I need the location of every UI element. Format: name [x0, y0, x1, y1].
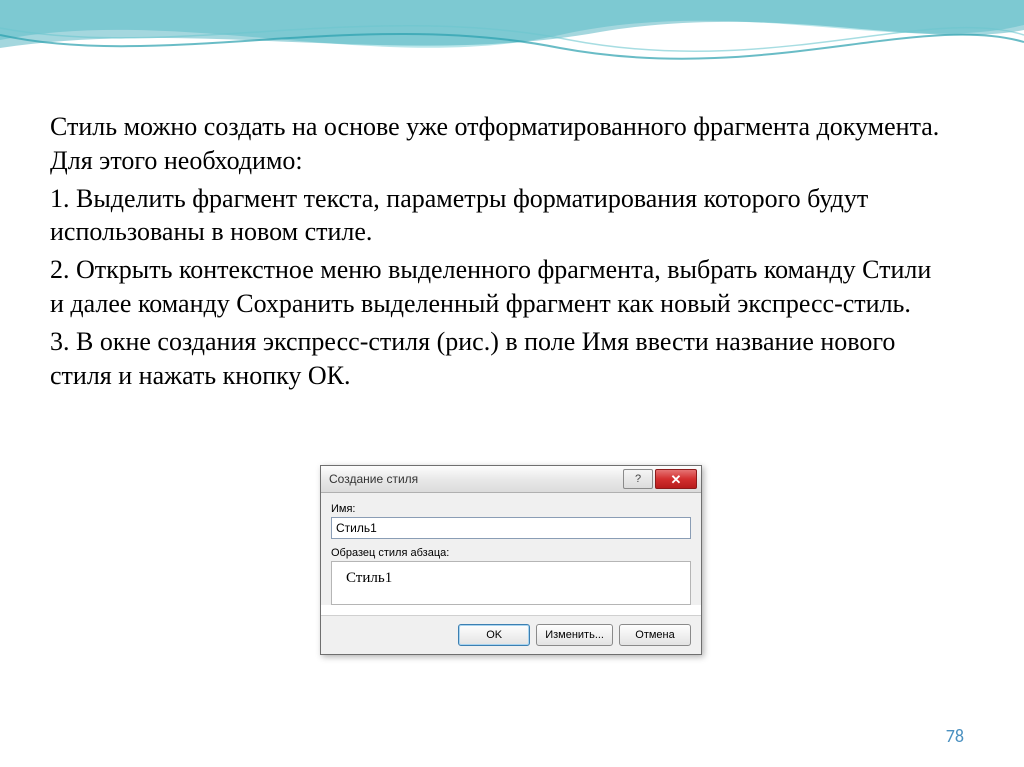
- dialog-footer: OK Изменить... Отмена: [321, 615, 701, 654]
- style-name-input[interactable]: [331, 517, 691, 539]
- paragraph-step-2: 2. Открыть контекстное меню выделенного …: [50, 253, 950, 321]
- ok-button[interactable]: OK: [458, 624, 530, 646]
- page-number: 78: [946, 725, 964, 747]
- dialog-body: Имя: Образец стиля абзаца: Стиль1: [321, 493, 701, 605]
- paragraph-intro: Стиль можно создать на основе уже отформ…: [50, 110, 950, 178]
- paragraph-step-1: 1. Выделить фрагмент текста, параметры ф…: [50, 182, 950, 250]
- create-style-dialog: Создание стиля ? ✕ Имя: Образец стиля аб…: [320, 465, 702, 655]
- help-icon: ?: [635, 473, 641, 485]
- slide-body: Стиль можно создать на основе уже отформ…: [50, 110, 950, 396]
- close-button[interactable]: ✕: [655, 469, 697, 489]
- name-label: Имя:: [331, 503, 691, 515]
- dialog-title: Создание стиля: [329, 472, 621, 486]
- decorative-wave: [0, 0, 1024, 80]
- preview-label: Образец стиля абзаца:: [331, 547, 691, 559]
- modify-button[interactable]: Изменить...: [536, 624, 613, 646]
- help-button[interactable]: ?: [623, 469, 653, 489]
- close-icon: ✕: [671, 473, 682, 486]
- style-preview: Стиль1: [331, 561, 691, 605]
- paragraph-step-3: 3. В окне создания экспресс-стиля (рис.)…: [50, 325, 950, 393]
- dialog-titlebar[interactable]: Создание стиля ? ✕: [321, 466, 701, 493]
- cancel-button[interactable]: Отмена: [619, 624, 691, 646]
